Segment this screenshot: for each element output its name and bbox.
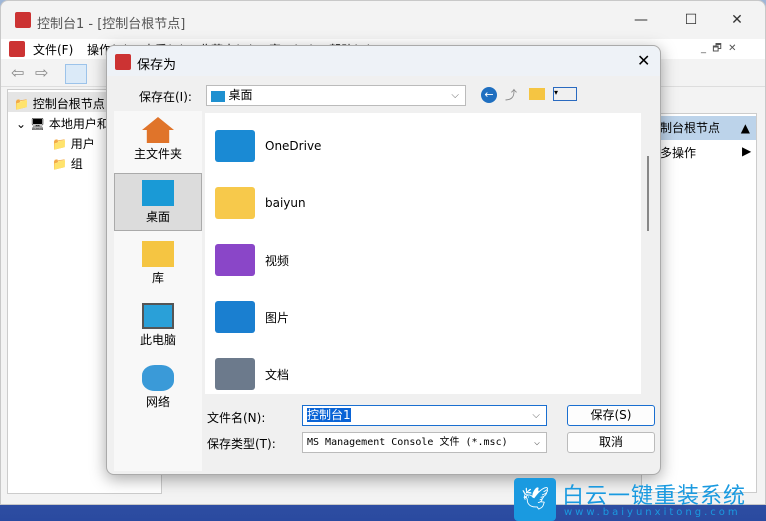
- new-folder-icon[interactable]: [529, 88, 545, 100]
- tree-label: 控制台根节点: [32, 97, 105, 111]
- file-name: 图片: [265, 310, 290, 325]
- pictures-folder-icon: [215, 301, 255, 333]
- dialog-title: 保存为: [137, 58, 177, 73]
- place-label: 此电脑: [139, 333, 176, 347]
- up-folder-icon[interactable]: ⤴: [505, 86, 517, 103]
- chevron-down-icon: ⌵: [532, 410, 540, 421]
- network-icon: [142, 365, 174, 391]
- desktop-icon: [211, 90, 225, 102]
- watermark-brand: 白云一键重装系统: [562, 484, 747, 509]
- menu-file[interactable]: 文件(F): [33, 41, 73, 58]
- file-list: OneDrive baiyun 视频 图片 文档: [205, 113, 641, 394]
- collapse-icon: ▲: [740, 121, 750, 135]
- dialog-app-icon: [115, 54, 131, 70]
- place-desktop[interactable]: 桌面: [114, 173, 202, 231]
- show-hide-tree-icon[interactable]: [65, 64, 87, 84]
- close-button[interactable]: ✕: [717, 7, 757, 33]
- place-label: 主文件夹: [133, 147, 182, 161]
- save-as-dialog: 保存为 ✕ 保存在(I): 桌面 ⌵ ← ⤴ ▾ 主文件夹 桌面 库 此电脑 网络…: [106, 45, 661, 475]
- filename-value: 控制台1: [307, 408, 351, 422]
- cancel-button[interactable]: 取消: [567, 432, 655, 453]
- videos-folder-icon: [215, 244, 255, 276]
- documents-folder-icon: [215, 358, 255, 390]
- tree-label: 组: [70, 157, 83, 171]
- scrollbar[interactable]: [647, 156, 649, 231]
- tree-item-root[interactable]: 📁 控制台根节点: [14, 95, 105, 112]
- place-label: 桌面: [145, 210, 170, 224]
- dialog-close-button[interactable]: ✕: [637, 51, 650, 70]
- place-label: 库: [151, 271, 164, 285]
- file-type-dropdown[interactable]: MS Management Console 文件 (*.msc) ⌵: [302, 432, 547, 453]
- place-network[interactable]: 网络: [114, 359, 202, 417]
- bird-icon: 🕊: [514, 478, 556, 521]
- forward-arrow-icon[interactable]: ⇨: [35, 63, 48, 82]
- file-item-videos[interactable]: 视频: [215, 240, 289, 280]
- watermark-url: www.baiyunxitong.com: [564, 507, 741, 518]
- file-type-value: MS Management Console 文件 (*.msc): [307, 437, 508, 448]
- tree-item-users[interactable]: 📁 用户: [52, 135, 95, 152]
- save-button[interactable]: 保存(S): [567, 405, 655, 426]
- tree-label: 用户: [70, 137, 95, 151]
- file-type-label: 保存类型(T):: [207, 437, 276, 451]
- chevron-down-icon: ⌵: [451, 90, 459, 101]
- desktop-icon: [142, 180, 174, 206]
- file-item-documents[interactable]: 文档: [215, 354, 289, 394]
- file-name: baiyun: [265, 196, 306, 210]
- chevron-down-icon: ⌵: [533, 437, 540, 448]
- minimize-button[interactable]: —: [621, 7, 661, 33]
- tree-item-groups[interactable]: 📁 组: [52, 155, 83, 172]
- filename-label: 文件名(N):: [207, 411, 266, 425]
- file-item-pictures[interactable]: 图片: [215, 297, 289, 337]
- save-in-label: 保存在(I):: [139, 90, 192, 104]
- file-name: 文档: [265, 367, 290, 382]
- view-menu-icon[interactable]: ▾: [553, 87, 577, 101]
- dialog-title-bar: 保存为 ✕: [107, 46, 660, 76]
- app-icon: [15, 12, 31, 28]
- app-menu-icon[interactable]: [9, 41, 25, 57]
- place-label: 网络: [145, 395, 170, 409]
- filename-input[interactable]: 控制台1 ⌵: [302, 405, 547, 426]
- save-in-dropdown[interactable]: 桌面 ⌵: [206, 85, 466, 106]
- home-icon: [142, 117, 174, 143]
- place-library[interactable]: 库: [114, 235, 202, 293]
- file-name: OneDrive: [265, 139, 322, 153]
- computer-icon: [142, 303, 174, 329]
- place-this-pc[interactable]: 此电脑: [114, 297, 202, 355]
- watermark-logo: 🕊 白云一键重装系统 www.baiyunxitong.com: [514, 478, 759, 521]
- back-arrow-icon[interactable]: ⇦: [11, 63, 24, 82]
- window-title: 控制台1 - [控制台根节点]: [37, 17, 186, 32]
- folder-icon: [215, 187, 255, 219]
- onedrive-folder-icon: [215, 130, 255, 162]
- back-icon[interactable]: ←: [481, 87, 497, 103]
- maximize-button[interactable]: ☐: [671, 7, 711, 33]
- place-home[interactable]: 主文件夹: [114, 111, 202, 169]
- save-in-value: 桌面: [228, 88, 253, 102]
- file-name: 视频: [265, 253, 290, 268]
- library-icon: [142, 241, 174, 267]
- submenu-arrow-icon: ▶: [742, 144, 752, 158]
- file-item-onedrive[interactable]: OneDrive: [215, 126, 321, 166]
- places-bar: 主文件夹 桌面 库 此电脑 网络: [114, 111, 202, 471]
- mdi-controls[interactable]: _ 🗗 ✕: [701, 41, 736, 58]
- file-item-baiyun[interactable]: baiyun: [215, 183, 306, 223]
